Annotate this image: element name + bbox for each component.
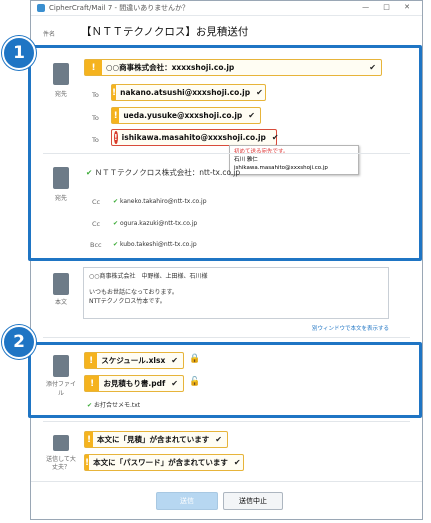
cancel-send-button[interactable]: 送信中止 <box>223 492 283 510</box>
highlight-attachments <box>28 342 422 418</box>
keyword-check-1[interactable]: ! 本文に「見積」が含まれています ✔ <box>84 431 228 448</box>
sendcheck-label: 送信して大丈夫？ <box>46 456 76 471</box>
subject-label: 件名 <box>43 31 56 38</box>
app-logo-icon <box>37 4 45 12</box>
document-icon <box>53 273 69 295</box>
title-bar: CipherCraft/Mail 7 - 間違いありませんか？ — □ ✕ <box>31 1 422 16</box>
body-label: 本文 <box>54 299 67 306</box>
badge-two: 2 <box>2 325 36 359</box>
open-body-link[interactable]: 別ウィンドウで本文を表示する <box>312 324 389 332</box>
body-preview[interactable]: ○○商事株式会社 中野様、上田様、石川様 いつもお世話になっております。 NTT… <box>83 267 389 319</box>
subject-value: 【ＮＴＴテクノクロス】お見積送付 <box>81 26 249 38</box>
warning-icon: ! <box>85 455 90 470</box>
window-controls[interactable]: — □ ✕ <box>362 3 416 11</box>
footer-divider <box>31 481 422 482</box>
keyword-check-2[interactable]: ! 本文に「パスワード」が含まれています ✔ <box>84 454 244 471</box>
badge-one: 1 <box>2 36 36 70</box>
warning-icon: ! <box>85 432 94 447</box>
section-divider <box>43 421 410 422</box>
section-divider <box>43 337 410 338</box>
highlight-recipients <box>28 45 422 261</box>
check-icon: ✔ <box>233 458 241 467</box>
window-title: CipherCraft/Mail 7 - 間違いありませんか？ <box>49 4 190 12</box>
check-icon: ✔ <box>215 435 222 444</box>
send-button[interactable]: 送信 <box>156 492 218 510</box>
envelope-icon <box>53 435 69 451</box>
